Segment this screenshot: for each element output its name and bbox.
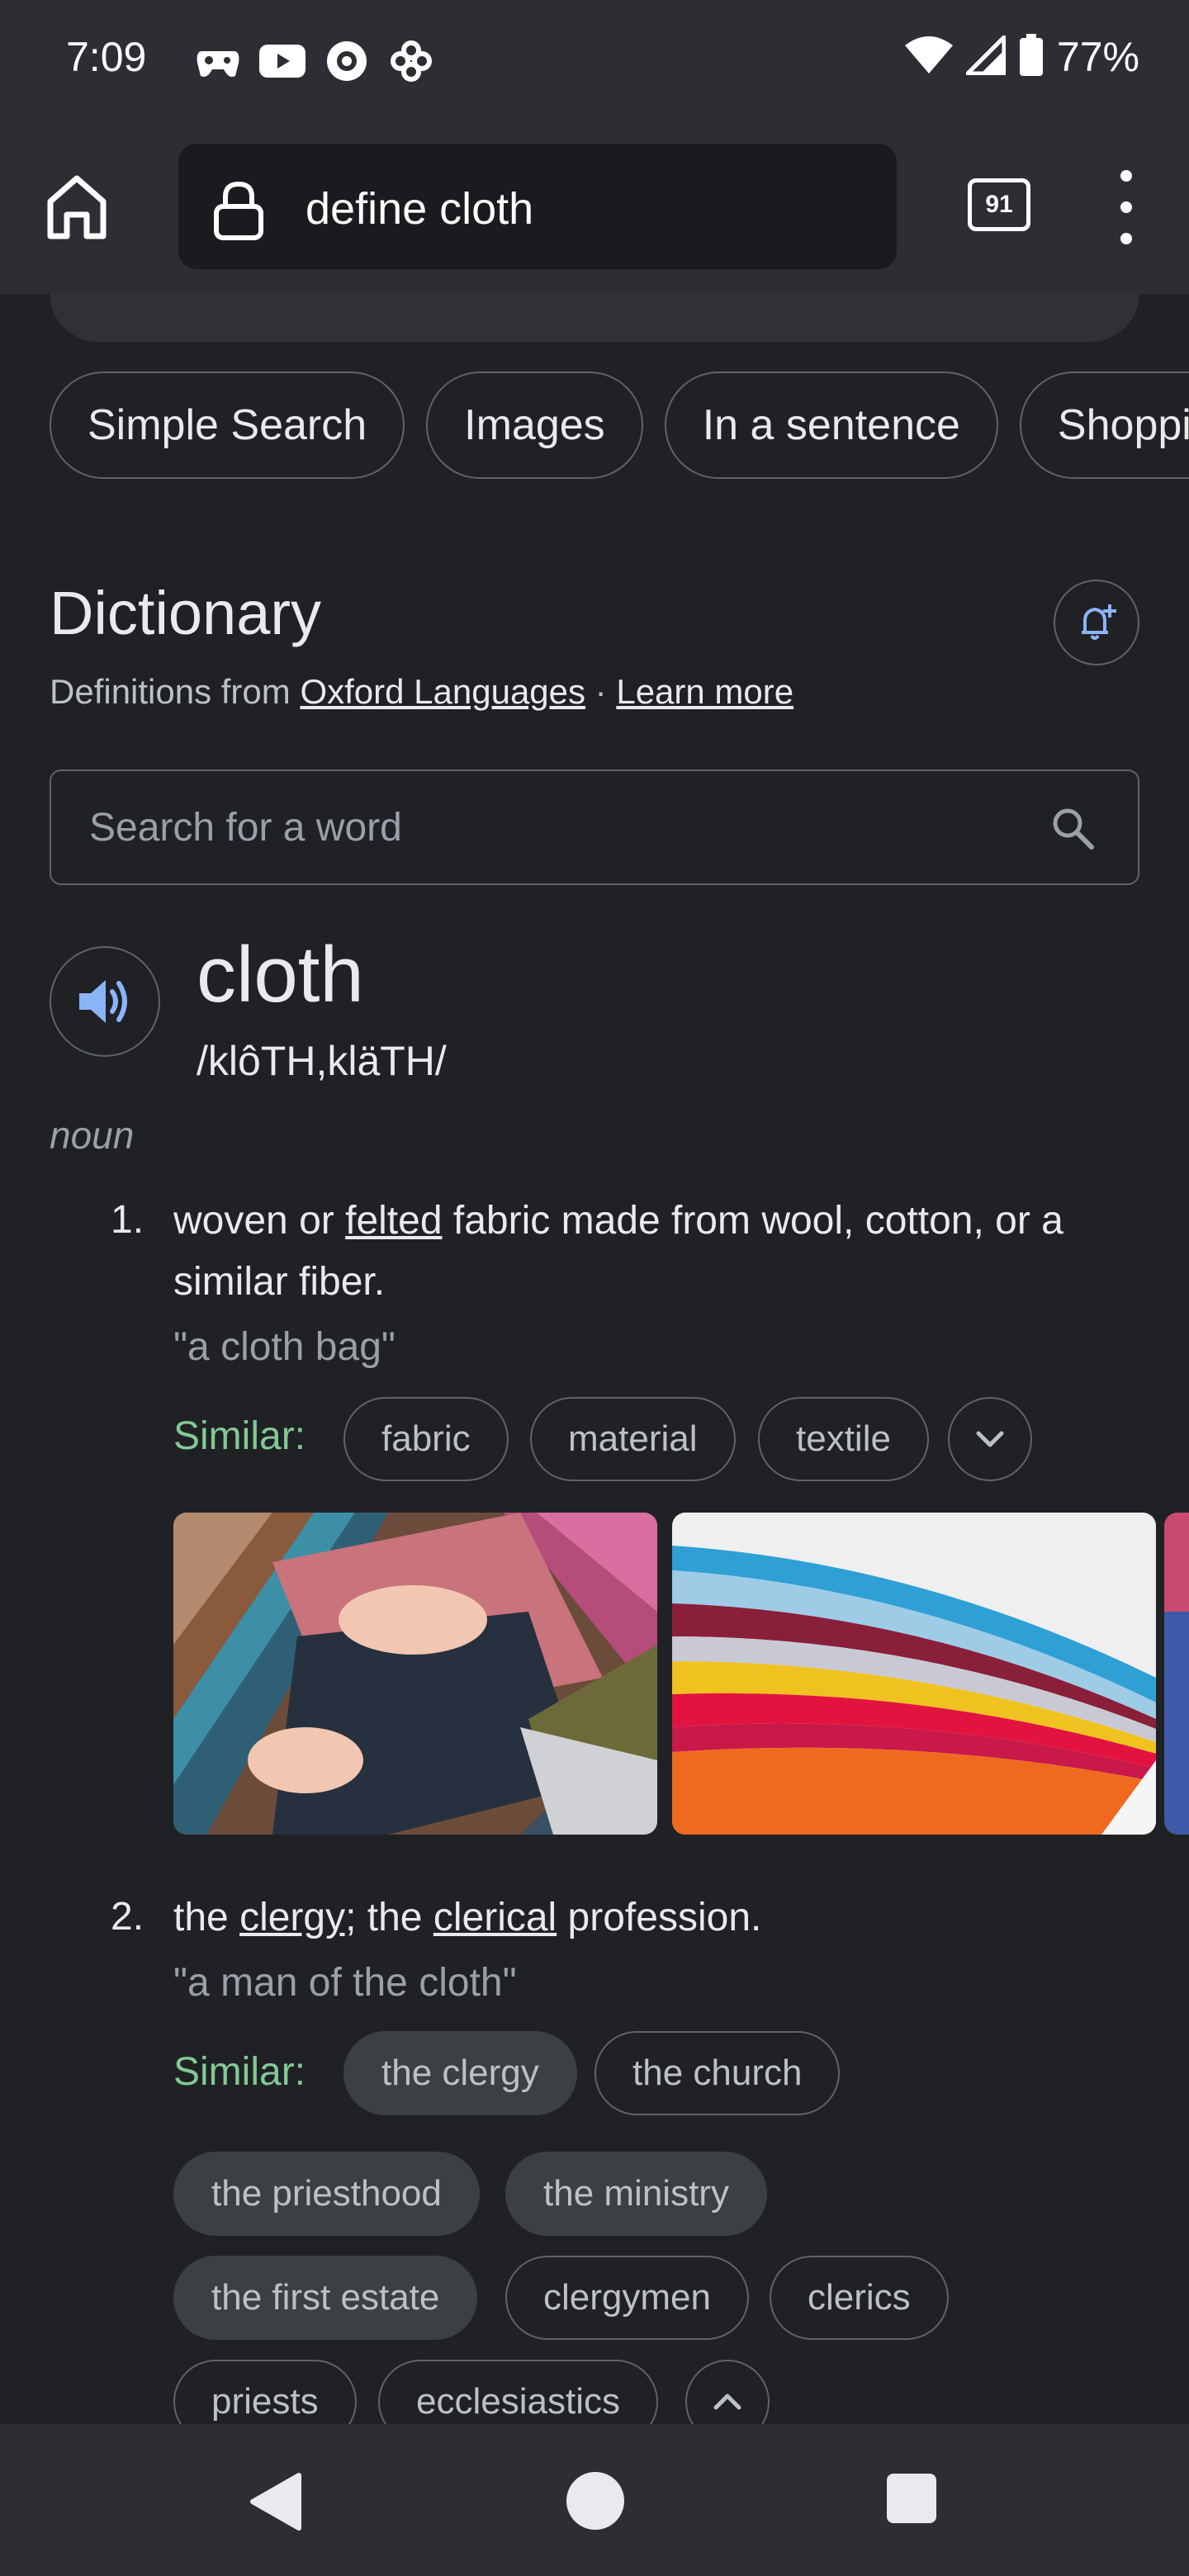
- fabric-image-partial[interactable]: [1164, 1513, 1189, 1835]
- similar-chip[interactable]: priests: [173, 2360, 357, 2424]
- usage-example: "a man of the cloth": [173, 1961, 517, 2005]
- similar-chip[interactable]: the ministry: [505, 2152, 767, 2236]
- chevron-up-icon: [713, 2394, 741, 2410]
- clergy-link[interactable]: clergy;: [239, 1896, 356, 1939]
- similar-chip[interactable]: clergymen: [505, 2256, 749, 2340]
- dictionary-title: Dictionary: [50, 579, 321, 647]
- learn-more-link[interactable]: Learn more: [616, 672, 793, 711]
- source-prefix: Definitions from: [50, 672, 301, 711]
- page-content: Simple Search Images In a sentence Shopp…: [0, 294, 1189, 2424]
- signal-icon: [962, 31, 1007, 79]
- pronunciation-button[interactable]: [50, 946, 160, 1057]
- word-search-input[interactable]: [51, 771, 1026, 883]
- felted-link[interactable]: felted: [345, 1199, 442, 1243]
- similar-label: Similar:: [173, 1414, 306, 1458]
- status-right: 77%: [904, 31, 1139, 81]
- tab-switcher-button[interactable]: 91: [968, 178, 1030, 231]
- def-text: profession.: [557, 1896, 762, 1939]
- phonetic-spelling: /klôTH,kläTH/: [197, 1038, 447, 1084]
- usage-example: "a cloth bag": [173, 1325, 396, 1369]
- search-icon[interactable]: [1050, 806, 1095, 850]
- lock-icon: [214, 181, 263, 240]
- dot-icon: [1120, 201, 1132, 213]
- similar-chip[interactable]: the first estate: [173, 2256, 478, 2340]
- chevron-down-icon: [976, 1431, 1004, 1447]
- messenger-icon: [324, 38, 370, 84]
- system-navigation-bar: [0, 2424, 1189, 2576]
- wifi-icon: [904, 36, 953, 79]
- similar-label: Similar:: [173, 2050, 306, 2094]
- home-nav-button[interactable]: [566, 2472, 624, 2530]
- def-text: woven or: [173, 1199, 346, 1243]
- chip-images[interactable]: Images: [426, 372, 643, 479]
- home-icon: [47, 175, 107, 239]
- fabric-swatches-image[interactable]: [173, 1513, 657, 1835]
- def-text: the: [356, 1896, 433, 1939]
- similar-chip[interactable]: fabric: [343, 1397, 509, 1481]
- chip-shopping[interactable]: Shopping: [1019, 372, 1189, 479]
- expand-similar-button[interactable]: [948, 1397, 1032, 1481]
- def-text: the: [173, 1896, 240, 1939]
- browser-toolbar: define cloth 91: [0, 124, 1189, 296]
- subscribe-alert-button[interactable]: [1054, 580, 1139, 665]
- status-time: 7:09: [66, 34, 147, 80]
- dot-icon: [1120, 233, 1132, 244]
- oxford-languages-link[interactable]: Oxford Languages: [300, 672, 585, 711]
- clerical-link[interactable]: clerical: [433, 1896, 557, 1939]
- sense-definition: the clergy; the clerical profession.: [173, 1887, 1148, 1949]
- game-controller-icon: [195, 38, 241, 84]
- pinwheel-icon: [388, 38, 434, 84]
- notification-icons: [195, 38, 434, 84]
- search-filter-chips: Simple Search Images In a sentence Shopp…: [50, 372, 1189, 479]
- colorful-fabric-image[interactable]: [672, 1513, 1156, 1835]
- chip-simple-search[interactable]: Simple Search: [50, 372, 405, 479]
- home-button[interactable]: [40, 167, 114, 246]
- bell-plus-icon: [1082, 604, 1116, 640]
- sense-definition: woven or felted fabric made from wool, c…: [173, 1191, 1148, 1313]
- speaker-icon: [79, 980, 127, 1023]
- dot-icon: [1120, 170, 1132, 182]
- similar-chip[interactable]: the church: [594, 2031, 841, 2115]
- dictionary-source: Definitions from Oxford Languages · Lear…: [50, 672, 793, 712]
- collapse-similar-button[interactable]: [685, 2360, 770, 2424]
- headword: cloth: [197, 930, 364, 1019]
- youtube-icon: [259, 38, 306, 84]
- sense-number: 2.: [111, 1895, 144, 1939]
- similar-chip[interactable]: the priesthood: [173, 2152, 480, 2236]
- part-of-speech: noun: [50, 1114, 135, 1157]
- similar-chip[interactable]: clerics: [770, 2256, 949, 2340]
- recents-button[interactable]: [887, 2474, 936, 2523]
- similar-chip[interactable]: material: [530, 1397, 736, 1481]
- address-bar[interactable]: define cloth: [178, 144, 897, 269]
- search-box-partial[interactable]: [50, 294, 1139, 342]
- overflow-menu-button[interactable]: [1106, 170, 1146, 244]
- similar-chip[interactable]: textile: [758, 1397, 929, 1481]
- status-bar: 7:09 77%: [0, 0, 1189, 124]
- battery-icon: [1019, 33, 1044, 81]
- similar-chip[interactable]: ecclesiastics: [378, 2360, 658, 2424]
- url-text: define cloth: [306, 184, 534, 234]
- back-icon[interactable]: [248, 2472, 306, 2531]
- sense-number: 1.: [111, 1198, 144, 1242]
- source-separator: ·: [585, 672, 617, 711]
- battery-percentage: 77%: [1056, 34, 1139, 80]
- chip-in-a-sentence[interactable]: In a sentence: [664, 372, 998, 479]
- similar-chip[interactable]: the clergy: [343, 2031, 577, 2115]
- word-search-box: [50, 769, 1139, 885]
